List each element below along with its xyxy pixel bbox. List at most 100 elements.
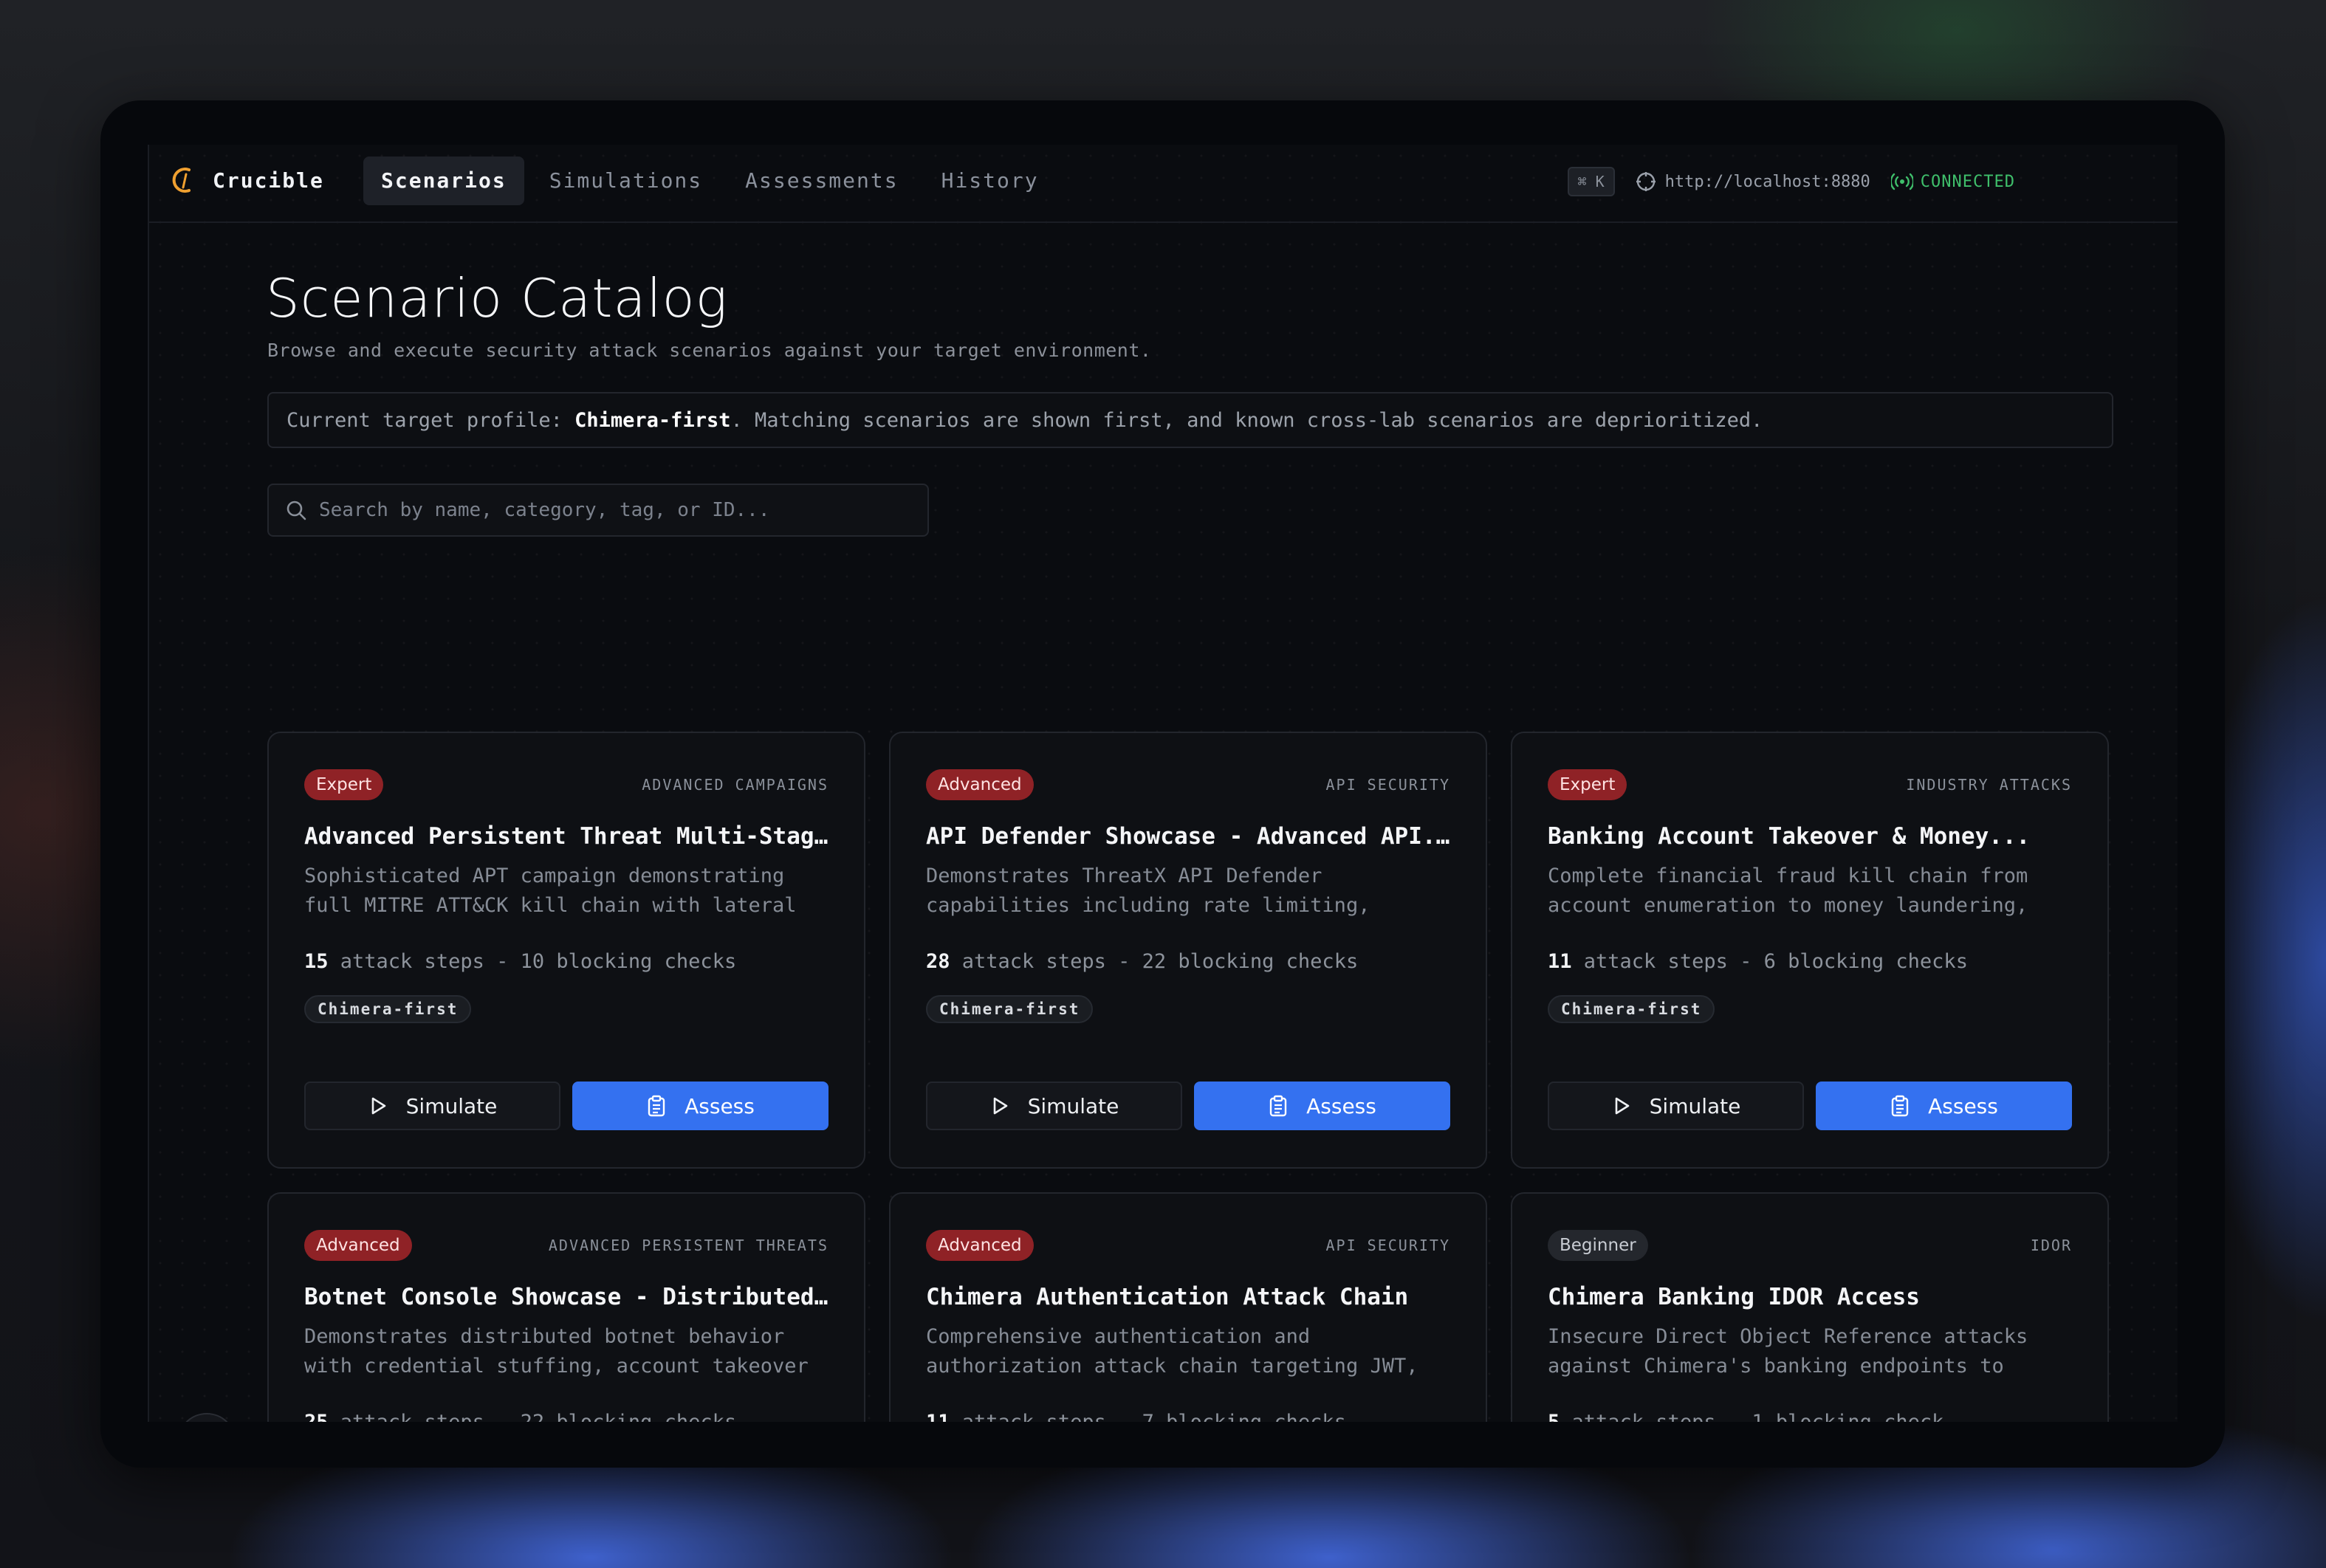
scenario-title[interactable]: API Defender Showcase - Advanced API...: [926, 823, 1450, 850]
scenario-description: Sophisticated APT campaign demonstrating…: [304, 864, 797, 917]
difficulty-badge: Beginner: [1548, 1230, 1648, 1261]
scenario-card[interactable]: Advanced API SECURITY API Defender Showc…: [889, 732, 1487, 1169]
simulate-label: Simulate: [1027, 1093, 1119, 1118]
step-count: 25: [304, 1411, 329, 1422]
page-subtitle: Browse and execute security attack scena…: [267, 340, 1152, 361]
search-icon: [287, 501, 306, 520]
assess-button[interactable]: Assess: [1816, 1082, 2072, 1130]
scenario-description: Complete financial fraud kill chain from…: [1548, 864, 2028, 917]
simulate-label: Simulate: [1649, 1093, 1741, 1118]
play-icon: [1615, 1097, 1629, 1115]
top-nav: Crucible Scenarios Simulations Assessmen…: [149, 145, 2178, 223]
target-crosshair-icon: [1636, 172, 1656, 191]
checks-text: attack steps - 22 blocking checks: [950, 950, 1359, 973]
step-count: 5: [1548, 1411, 1560, 1422]
scenario-description: Demonstrates distributed botnet behavior…: [304, 1325, 809, 1378]
simulate-label: Simulate: [405, 1093, 498, 1118]
target-profile-banner: Current target profile: Chimera-first . …: [267, 392, 2113, 448]
search-input[interactable]: [319, 499, 911, 521]
command-palette-shortcut[interactable]: ⌘ K: [1567, 167, 1615, 196]
tab-history[interactable]: History: [924, 157, 1057, 205]
tab-simulations[interactable]: Simulations: [532, 157, 720, 205]
scenario-stats: 5 attack steps - 1 blocking check: [1548, 1411, 2072, 1422]
category-label: ADVANCED PERSISTENT THREATS: [548, 1237, 828, 1254]
checks-text: attack steps - 7 blocking checks: [950, 1411, 1346, 1422]
connection-status-text: CONNECTED: [1920, 172, 2015, 191]
difficulty-badge: Advanced: [926, 769, 1034, 800]
scenario-stats: 28 attack steps - 22 blocking checks: [926, 950, 1450, 973]
difficulty-badge: Expert: [304, 769, 384, 800]
scenario-card[interactable]: Beginner IDOR Chimera Banking IDOR Acces…: [1511, 1192, 2109, 1422]
scenario-title[interactable]: Chimera Banking IDOR Access: [1548, 1284, 2072, 1310]
category-label: IDOR: [2030, 1237, 2072, 1254]
step-count: 11: [1548, 950, 1572, 973]
connection-status: CONNECTED: [1890, 172, 2015, 191]
simulate-button[interactable]: Simulate: [1548, 1082, 1804, 1130]
card-header: Advanced ADVANCED PERSISTENT THREATS: [304, 1229, 828, 1262]
card-header: Expert ADVANCED CAMPAIGNS: [304, 768, 828, 801]
crucible-logo-icon: [172, 168, 191, 193]
brand-name: Crucible: [213, 168, 324, 193]
clipboard-icon: [1269, 1095, 1287, 1117]
tab-scenarios[interactable]: Scenarios: [363, 157, 524, 205]
brand[interactable]: Crucible: [170, 165, 324, 195]
scenario-card[interactable]: Expert ADVANCED CAMPAIGNS Advanced Persi…: [267, 732, 865, 1169]
scenario-stats: 15 attack steps - 10 blocking checks: [304, 950, 828, 973]
category-label: INDUSTRY ATTACKS: [1906, 776, 2072, 794]
difficulty-badge: Expert: [1548, 769, 1627, 800]
scenario-description: Insecure Direct Object Reference attacks…: [1548, 1325, 2028, 1378]
card-header: Advanced API SECURITY: [926, 768, 1450, 801]
card-actions: Simulate Assess: [304, 1082, 828, 1130]
scenario-card[interactable]: Expert INDUSTRY ATTACKS Banking Account …: [1511, 732, 2109, 1169]
tag-chip[interactable]: Chimera-first: [926, 995, 1094, 1023]
card-header: Beginner IDOR: [1548, 1229, 2072, 1262]
app-screen: Crucible Scenarios Simulations Assessmen…: [148, 145, 2178, 1422]
assess-label: Assess: [685, 1093, 755, 1118]
search-box: [267, 484, 929, 537]
checks-text: attack steps - 1 blocking check: [1560, 1411, 1944, 1422]
play-icon: [993, 1097, 1007, 1115]
scenario-description: Demonstrates ThreatX API Defender capabi…: [926, 864, 1370, 917]
difficulty-badge: Advanced: [304, 1230, 412, 1261]
simulate-button[interactable]: Simulate: [304, 1082, 560, 1130]
profile-name: Chimera-first: [574, 408, 731, 432]
card-header: Advanced API SECURITY: [926, 1229, 1450, 1262]
step-count: 11: [926, 1411, 950, 1422]
assess-label: Assess: [1928, 1093, 1998, 1118]
checks-text: attack steps - 6 blocking checks: [1571, 950, 1968, 973]
card-actions: Simulate Assess: [1548, 1082, 2072, 1130]
difficulty-badge: Advanced: [926, 1230, 1034, 1261]
page-title: Scenario Catalog: [266, 267, 728, 329]
tag-chip[interactable]: Chimera-first: [304, 995, 472, 1023]
scenario-card[interactable]: Advanced ADVANCED PERSISTENT THREATS Bot…: [267, 1192, 865, 1422]
tag-list: Chimera-first: [1548, 995, 2072, 1023]
category-label: API SECURITY: [1325, 776, 1450, 794]
tag-chip[interactable]: Chimera-first: [1548, 995, 1715, 1023]
step-count: 15: [304, 950, 329, 973]
scenario-card[interactable]: Advanced API SECURITY Chimera Authentica…: [889, 1192, 1487, 1422]
scenario-title[interactable]: Advanced Persistent Threat Multi-Stage..…: [304, 823, 828, 850]
checks-text: attack steps - 10 blocking checks: [328, 950, 737, 973]
assess-button[interactable]: Assess: [1194, 1082, 1450, 1130]
checks-text: attack steps - 22 blocking checks: [329, 1411, 736, 1422]
scenario-grid: Expert ADVANCED CAMPAIGNS Advanced Persi…: [267, 732, 2109, 1422]
scenario-stats: 11 attack steps - 6 blocking checks: [1548, 950, 2072, 973]
target-url[interactable]: http://localhost:8880: [1636, 171, 1870, 192]
tab-assessments[interactable]: Assessments: [727, 157, 916, 205]
scenario-title[interactable]: Botnet Console Showcase - Distributed...: [304, 1284, 828, 1310]
simulate-button[interactable]: Simulate: [926, 1082, 1182, 1130]
assess-button[interactable]: Assess: [572, 1082, 828, 1130]
play-icon: [371, 1097, 385, 1115]
card-header: Expert INDUSTRY ATTACKS: [1548, 768, 2072, 801]
category-label: API SECURITY: [1325, 1237, 1450, 1254]
main-content: Scenario Catalog Browse and execute secu…: [266, 267, 2113, 1422]
step-count: 28: [926, 950, 950, 973]
target-url-text: http://localhost:8880: [1664, 172, 1870, 191]
scenario-title[interactable]: Banking Account Takeover & Money...: [1548, 823, 2072, 850]
floating-help-button[interactable]: [177, 1413, 236, 1422]
scenario-stats: 11 attack steps - 7 blocking checks: [926, 1411, 1450, 1422]
tag-list: Chimera-first: [304, 995, 828, 1023]
tag-list: Chimera-first: [926, 995, 1450, 1023]
scenario-title[interactable]: Chimera Authentication Attack Chain: [926, 1284, 1450, 1310]
assess-label: Assess: [1306, 1093, 1376, 1118]
